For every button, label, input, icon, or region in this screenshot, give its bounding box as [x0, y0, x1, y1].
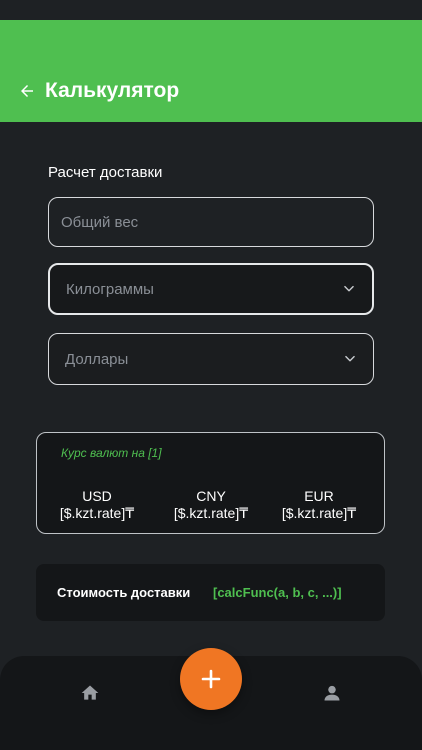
nav-home-button[interactable]: [80, 683, 100, 703]
page-title: Калькулятор: [45, 79, 180, 102]
home-icon: [81, 685, 99, 700]
rate-usd: USD [$.kzt.rate]₸: [42, 488, 152, 522]
rate-code: USD: [82, 488, 112, 504]
app-bar: Калькулятор: [0, 20, 422, 122]
rate-value: [$.kzt.rate]₸: [59, 505, 135, 521]
rate-cny: CNY [$.kzt.rate]₸: [156, 488, 266, 522]
status-bar: [0, 0, 422, 20]
rate-card-title: Курс валют на [1]: [61, 446, 162, 460]
total-weight-input[interactable]: [48, 197, 374, 247]
delivery-cost-label: Стоимость доставки: [57, 585, 191, 600]
rate-code: CNY: [196, 488, 226, 504]
rate-code: EUR: [304, 488, 334, 504]
currency-select-value: Доллары: [65, 350, 129, 368]
section-title: Расчет доставки: [48, 164, 163, 181]
currency-select[interactable]: Доллары: [48, 333, 374, 385]
unit-select[interactable]: Килограммы: [48, 263, 374, 315]
rate-eur: EUR [$.kzt.rate]₸: [264, 488, 374, 522]
exchange-rate-card: Курс валют на [1] USD [$.kzt.rate]₸ CNY …: [36, 432, 385, 534]
nav-profile-button[interactable]: [322, 683, 342, 703]
delivery-cost-value: [calcFunc(a, b, c, ...)]: [213, 585, 342, 600]
arrow-left-icon: [21, 85, 33, 97]
rate-value: [$.kzt.rate]₸: [281, 505, 357, 521]
rate-value: [$.kzt.rate]₸: [173, 505, 249, 521]
plus-icon: [201, 669, 221, 689]
user-icon: [324, 685, 340, 701]
add-button[interactable]: [180, 648, 242, 710]
chevron-down-icon: [344, 285, 354, 292]
delivery-cost-card: Стоимость доставки [calcFunc(a, b, c, ..…: [36, 564, 385, 621]
back-button[interactable]: [16, 80, 38, 102]
chevron-down-icon: [345, 355, 355, 362]
unit-select-value: Килограммы: [66, 280, 154, 298]
